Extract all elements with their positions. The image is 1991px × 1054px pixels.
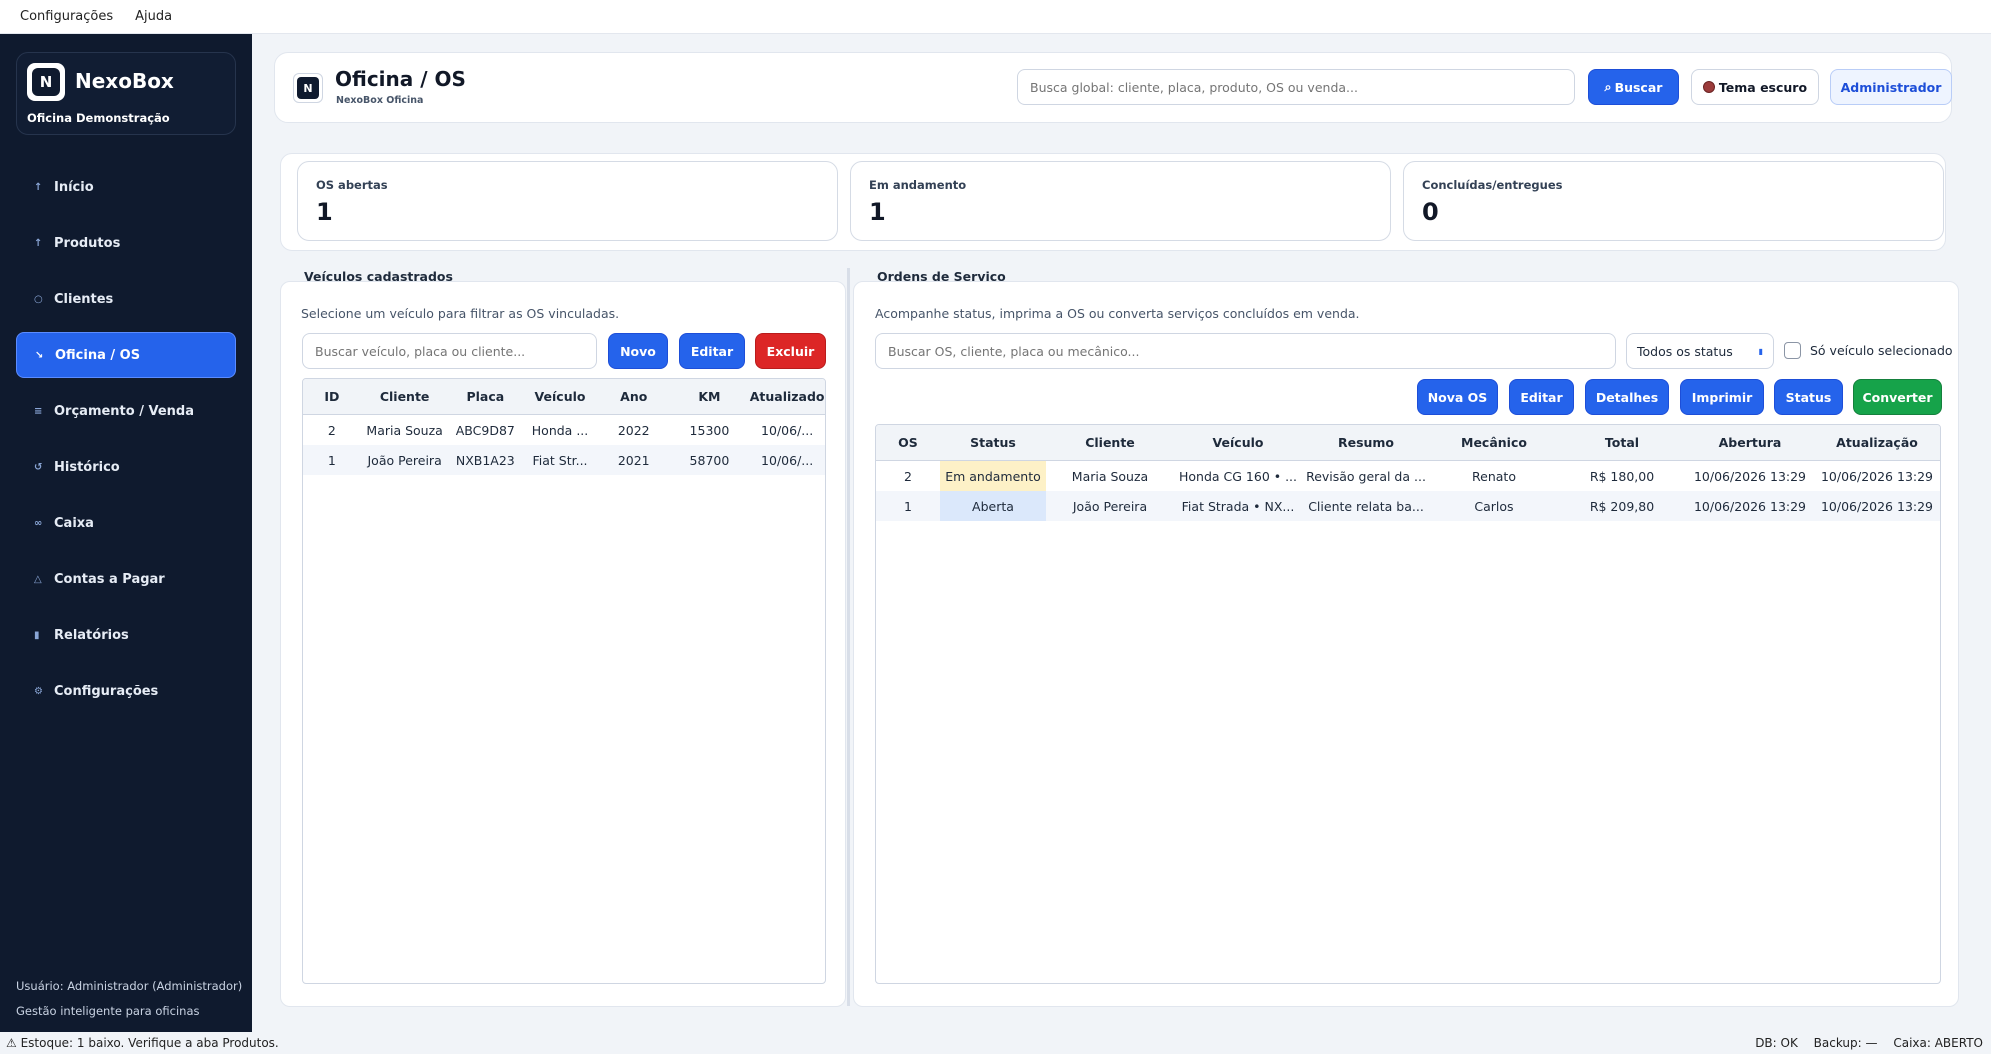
print-order-button[interactable]: Imprimir — [1680, 379, 1764, 415]
theme-dot-icon — [1702, 81, 1715, 93]
admin-button[interactable]: Administrador — [1830, 69, 1952, 105]
panel-splitter[interactable] — [847, 268, 850, 1006]
warning-icon: △ — [34, 573, 42, 585]
sidebar-item-label: Oficina / OS — [55, 347, 141, 363]
chart-icon: ▮ — [34, 629, 40, 641]
new-vehicle-button[interactable]: Novo — [608, 333, 668, 369]
table-header: OS Status Cliente Veículo Resumo Mecânic… — [876, 425, 1940, 461]
sidebar-footer: Usuário: Administrador (Administrador) G… — [16, 974, 242, 1024]
orders-search-input[interactable] — [875, 333, 1616, 369]
wrench-icon: ↘ — [35, 349, 44, 361]
new-order-button[interactable]: Nova OS — [1417, 379, 1498, 415]
vehicles-table: ID Cliente Placa Veículo Ano KM Atualiza… — [302, 378, 826, 984]
sidebar-item-clientes[interactable]: ○ Clientes — [16, 276, 236, 322]
orders-panel: Acompanhe status, imprima a OS ou conver… — [853, 281, 1959, 1007]
products-icon: ↑ — [34, 237, 43, 249]
menu-configuracoes[interactable]: Configurações — [12, 9, 127, 24]
sidebar: N NexoBox Oficina Demonstração ↑ Início ↑… — [0, 34, 252, 1032]
sidebar-item-label: Relatórios — [54, 627, 129, 643]
vehicles-description: Selecione um veículo para filtrar as OS … — [301, 306, 620, 321]
home-icon: ↑ — [34, 181, 43, 193]
page-title: Oficina / OS — [335, 67, 466, 91]
sidebar-item-label: Histórico — [54, 459, 120, 475]
sidebar-item-label: Orçamento / Venda — [54, 403, 195, 419]
sidebar-item-historico[interactable]: ↺ Histórico — [16, 444, 236, 490]
status-badge: Aberta — [940, 491, 1046, 521]
app-logo: N — [293, 73, 323, 103]
global-search-input[interactable] — [1017, 69, 1575, 105]
vehicle-search-input[interactable] — [302, 333, 597, 369]
sidebar-item-contas-a-pagar[interactable]: △ Contas a Pagar — [16, 556, 236, 602]
sidebar-item-oficina-os[interactable]: ↘ Oficina / OS — [16, 332, 236, 378]
menu-ajuda[interactable]: Ajuda — [127, 9, 186, 24]
sidebar-item-label: Contas a Pagar — [54, 571, 165, 587]
order-status-button[interactable]: Status — [1774, 379, 1843, 415]
sidebar-item-label: Início — [54, 179, 94, 195]
gear-icon: ⚙ — [34, 685, 43, 697]
status-badge: Em andamento — [940, 461, 1046, 491]
brand-logo: N — [27, 63, 65, 101]
dropdown-arrow-icon: ▮ — [1758, 346, 1763, 356]
theme-toggle-button[interactable]: Tema escuro — [1691, 69, 1819, 105]
edit-order-button[interactable]: Editar — [1509, 379, 1574, 415]
db-status: DB: OK — [1755, 1036, 1798, 1050]
current-user: Usuário: Administrador (Administrador) — [16, 979, 243, 993]
page-header: N Oficina / OS NexoBox Oficina ⌕Buscar T… — [274, 52, 1952, 123]
orders-description: Acompanhe status, imprima a OS ou conver… — [875, 306, 1360, 321]
sidebar-item-label: Configurações — [54, 683, 159, 699]
sidebar-nav: ↑ Início ↑ Produtos ○ Clientes ↘ Oficina / O… — [16, 164, 236, 724]
status-bar: ⚠ Estoque: 1 baixo. Verifique a aba Prod… — [0, 1032, 1991, 1054]
brand-name: NexoBox — [75, 69, 174, 93]
history-icon: ↺ — [34, 461, 43, 473]
sidebar-item-label: Produtos — [54, 235, 121, 251]
sidebar-item-produtos[interactable]: ↑ Produtos — [16, 220, 236, 266]
only-selected-vehicle-checkbox[interactable]: Só veículo selecionado — [1784, 342, 1953, 359]
orders-table: OS Status Cliente Veículo Resumo Mecânic… — [875, 424, 1941, 984]
delete-vehicle-button[interactable]: Excluir — [755, 333, 826, 369]
stats-panel: OS abertas 1 Em andamento 1 Concluídas/e… — [280, 153, 1946, 251]
list-icon: ≡ — [34, 405, 43, 417]
checkbox-box[interactable] — [1784, 342, 1801, 359]
sidebar-item-caixa[interactable]: ∞ Caixa — [16, 500, 236, 546]
sidebar-item-configuracoes[interactable]: ⚙ Configurações — [16, 668, 236, 714]
stat-open-orders: OS abertas 1 — [297, 161, 838, 241]
status-indicators: DB: OK Backup: — Caixa: ABERTO — [1743, 1036, 1983, 1050]
caixa-status: Caixa: ABERTO — [1893, 1036, 1983, 1050]
sidebar-item-label: Clientes — [54, 291, 114, 307]
stat-in-progress: Em andamento 1 — [850, 161, 1391, 241]
cash-icon: ∞ — [34, 517, 43, 529]
backup-status: Backup: — — [1813, 1036, 1878, 1050]
sidebar-item-label: Caixa — [54, 515, 94, 531]
convert-order-button[interactable]: Converter — [1853, 379, 1942, 415]
table-row[interactable]: 1 Aberta João Pereira Fiat Strada • NX..… — [876, 491, 1940, 521]
sidebar-item-orcamento-venda[interactable]: ≡ Orçamento / Venda — [16, 388, 236, 434]
edit-vehicle-button[interactable]: Editar — [679, 333, 745, 369]
search-icon: ⌕ — [1604, 79, 1612, 94]
brand-card: N NexoBox Oficina Demonstração — [16, 52, 236, 135]
table-row[interactable]: 1 João Pereira NXB1A23 Fiat Str... 2021 … — [303, 445, 825, 475]
menu-bar: Configurações Ajuda — [0, 0, 1991, 34]
brand-subtitle: Oficina Demonstração — [27, 111, 170, 125]
status-filter-select[interactable]: Todos os status ▮ — [1626, 333, 1774, 369]
stat-completed: Concluídas/entregues 0 — [1403, 161, 1944, 241]
tagline: Gestão inteligente para oficinas — [16, 1004, 200, 1018]
order-details-button[interactable]: Detalhes — [1585, 379, 1669, 415]
table-row[interactable]: 2 Maria Souza ABC9D87 Honda ... 2022 153… — [303, 415, 825, 445]
stock-warning: ⚠ Estoque: 1 baixo. Verifique a aba Prod… — [6, 1036, 279, 1050]
table-header: ID Cliente Placa Veículo Ano KM Atualiza… — [303, 379, 825, 415]
clients-icon: ○ — [34, 293, 43, 305]
page-subtitle: NexoBox Oficina — [336, 95, 424, 106]
table-row[interactable]: 2 Em andamento Maria Souza Honda CG 160 … — [876, 461, 1940, 491]
search-button[interactable]: ⌕ Buscar — [1588, 69, 1679, 105]
sidebar-item-inicio[interactable]: ↑ Início — [16, 164, 236, 210]
vehicles-panel: Selecione um veículo para filtrar as OS … — [280, 281, 846, 1007]
sidebar-item-relatorios[interactable]: ▮ Relatórios — [16, 612, 236, 658]
